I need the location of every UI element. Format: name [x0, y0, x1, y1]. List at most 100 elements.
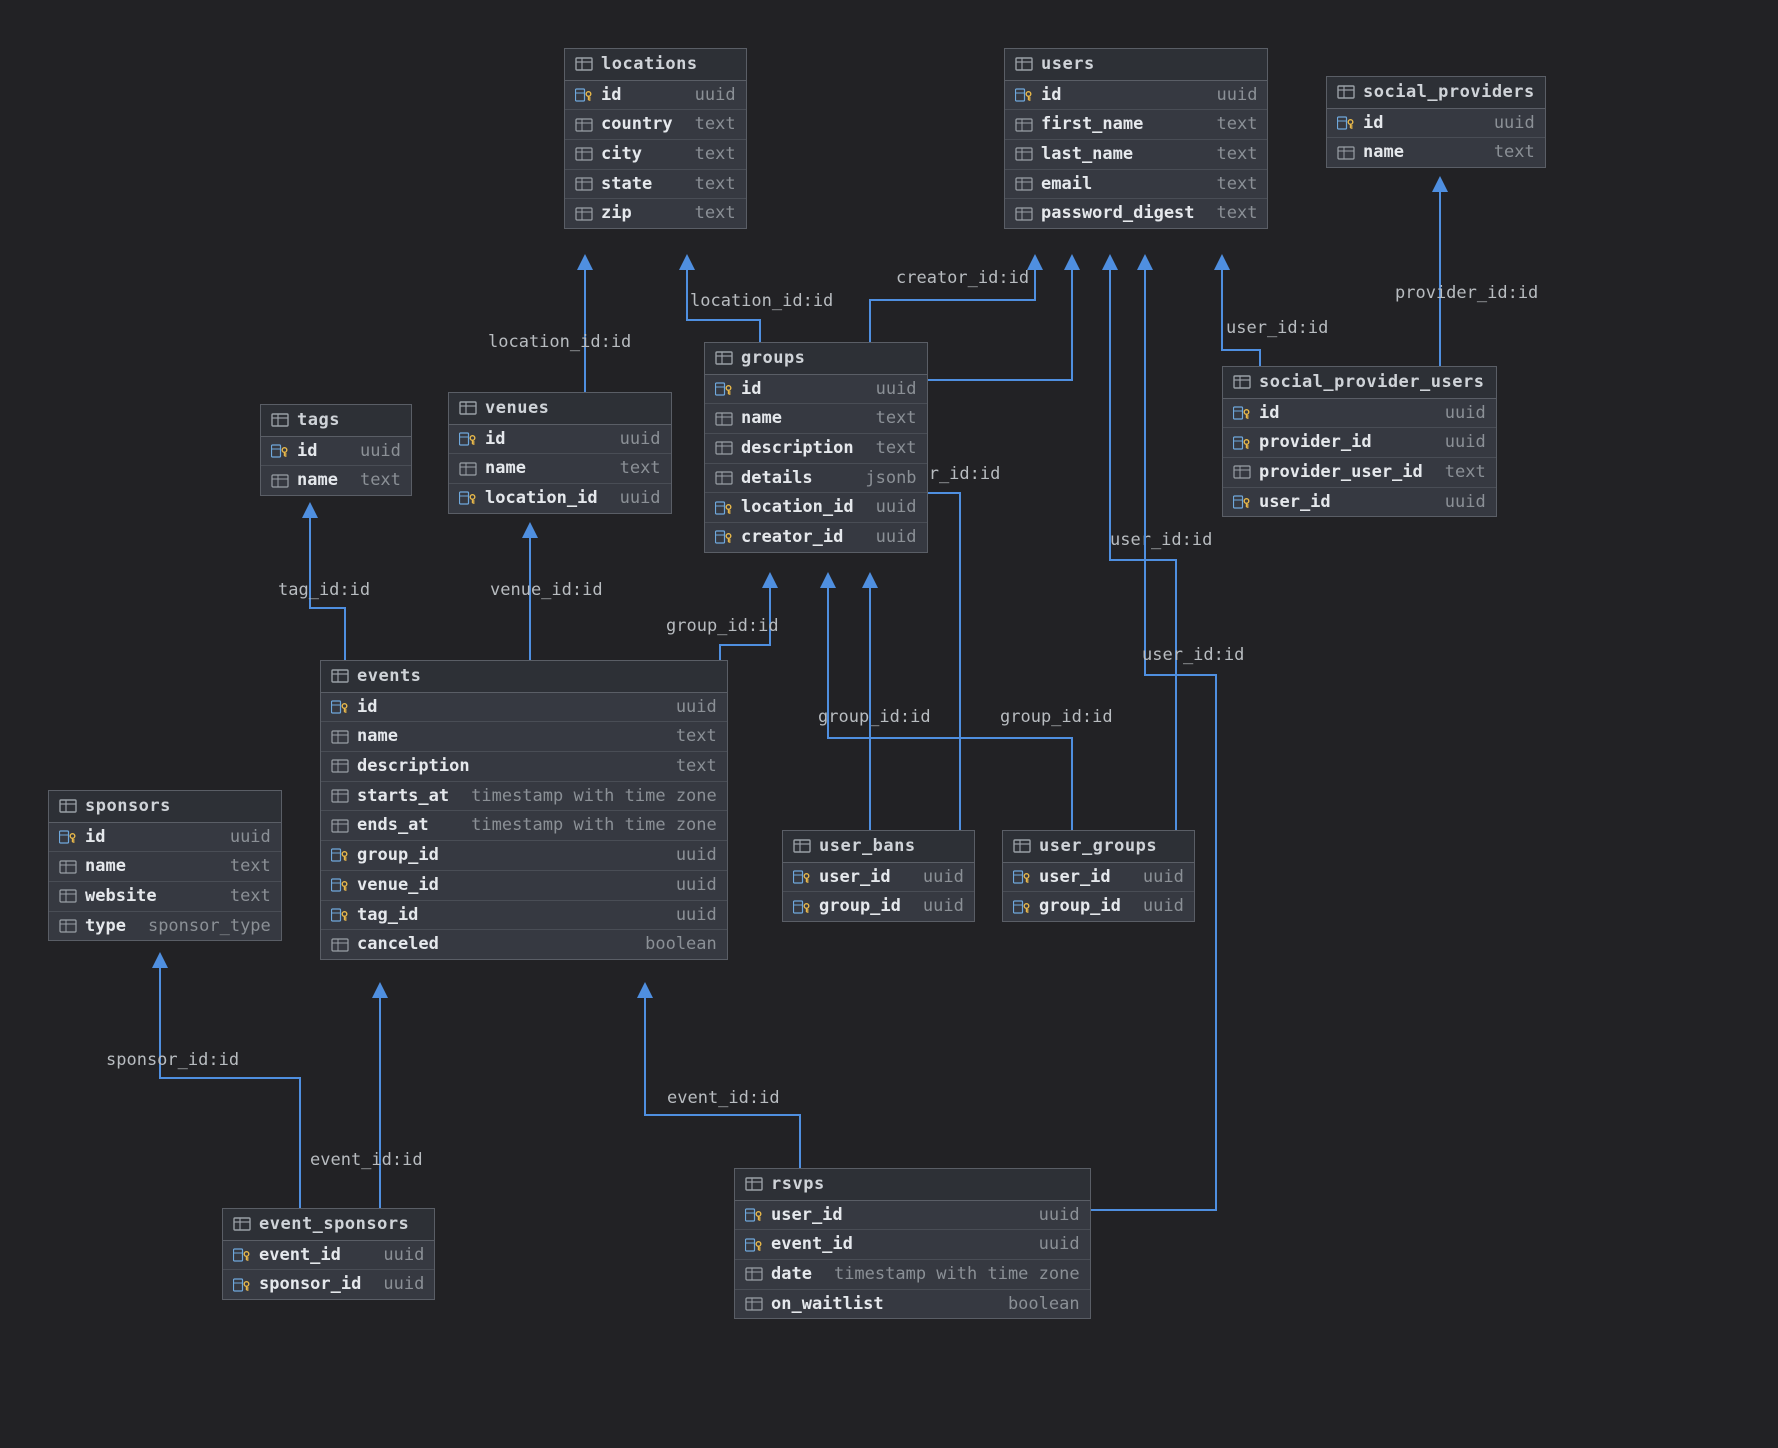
column-row[interactable]: location_iduuid [449, 484, 671, 513]
column-type: text [1203, 204, 1258, 223]
table-venues[interactable]: venuesiduuidnametextlocation_iduuid [448, 392, 672, 514]
col-icon [1233, 465, 1251, 479]
column-row[interactable]: user_iduuid [783, 863, 974, 893]
column-row[interactable]: event_iduuid [735, 1230, 1090, 1260]
column-row[interactable]: citytext [565, 140, 746, 170]
column-row[interactable]: group_iduuid [321, 841, 727, 871]
table-name: user_groups [1039, 837, 1157, 856]
table-header[interactable]: social_provider_users [1223, 367, 1496, 399]
table-name: rsvps [771, 1175, 825, 1194]
col-icon [715, 412, 733, 426]
column-row[interactable]: sponsor_iduuid [223, 1270, 434, 1299]
column-row[interactable]: iduuid [705, 375, 927, 405]
table-users[interactable]: usersiduuidfirst_nametextlast_nametextem… [1004, 48, 1268, 229]
table-header[interactable]: events [321, 661, 727, 693]
column-row[interactable]: provider_user_idtext [1223, 458, 1496, 488]
column-row[interactable]: provider_iduuid [1223, 428, 1496, 458]
table-event_sponsors[interactable]: event_sponsorsevent_iduuidsponsor_iduuid [222, 1208, 435, 1300]
column-row[interactable]: iduuid [261, 437, 411, 467]
column-row[interactable]: starts_attimestamp with time zone [321, 782, 727, 812]
column-row[interactable]: iduuid [321, 693, 727, 723]
column-row[interactable]: ends_attimestamp with time zone [321, 811, 727, 841]
column-type: text [681, 115, 736, 134]
table-name: social_providers [1363, 83, 1535, 102]
relationship-label: location_id:id [690, 291, 833, 311]
table-header[interactable]: social_providers [1327, 77, 1545, 109]
table-events[interactable]: eventsiduuidnametextdescriptiontextstart… [320, 660, 728, 960]
table-header[interactable]: locations [565, 49, 746, 81]
table-header[interactable]: sponsors [49, 791, 281, 823]
column-row[interactable]: venue_iduuid [321, 871, 727, 901]
column-row[interactable]: user_iduuid [1003, 863, 1194, 893]
column-row[interactable]: emailtext [1005, 170, 1267, 200]
column-row[interactable]: websitetext [49, 882, 281, 912]
table-header[interactable]: venues [449, 393, 671, 425]
table-icon [793, 839, 811, 853]
column-type: uuid [662, 906, 717, 925]
column-row[interactable]: on_waitlistboolean [735, 1290, 1090, 1319]
column-row[interactable]: nametext [705, 404, 927, 434]
table-header[interactable]: user_groups [1003, 831, 1194, 863]
column-row[interactable]: detailsjsonb [705, 464, 927, 494]
column-row[interactable]: nametext [261, 466, 411, 495]
col-icon [331, 789, 349, 803]
relationship-edge [1222, 262, 1260, 366]
column-row[interactable]: password_digesttext [1005, 199, 1267, 228]
relationship-edge [160, 960, 300, 1208]
column-row[interactable]: countrytext [565, 110, 746, 140]
table-tags[interactable]: tagsiduuidnametext [260, 404, 412, 496]
column-row[interactable]: statetext [565, 170, 746, 200]
column-row[interactable]: nametext [49, 852, 281, 882]
column-row[interactable]: iduuid [565, 81, 746, 111]
table-icon [575, 57, 593, 71]
column-row[interactable]: nametext [449, 454, 671, 484]
column-type: jsonb [851, 469, 916, 488]
column-row[interactable]: iduuid [1327, 109, 1545, 139]
column-row[interactable]: user_iduuid [735, 1201, 1090, 1231]
column-row[interactable]: iduuid [449, 425, 671, 455]
column-row[interactable]: iduuid [1223, 399, 1496, 429]
col-icon [1337, 146, 1355, 160]
pk-icon [715, 382, 733, 396]
table-header[interactable]: users [1005, 49, 1267, 81]
table-user_groups[interactable]: user_groups user_iduuidgroup_iduuid [1002, 830, 1195, 922]
fk-icon [793, 900, 811, 914]
table-groups[interactable]: groupsiduuidnametextdescriptiontextdetai… [704, 342, 928, 553]
column-row[interactable]: canceledboolean [321, 930, 727, 959]
column-row[interactable]: iduuid [1005, 81, 1267, 111]
column-row[interactable]: nametext [1327, 138, 1545, 167]
table-social_provider_users[interactable]: social_provider_usersiduuidprovider_iduu… [1222, 366, 1497, 517]
table-sponsors[interactable]: sponsorsiduuidnametextwebsitetexttypespo… [48, 790, 282, 941]
column-row[interactable]: typesponsor_type [49, 912, 281, 941]
table-header[interactable]: user_bans [783, 831, 974, 863]
column-name: event_id [259, 1246, 341, 1265]
column-row[interactable]: group_iduuid [783, 892, 974, 921]
column-type: timestamp with time zone [457, 816, 717, 835]
column-row[interactable]: event_iduuid [223, 1241, 434, 1271]
column-row[interactable]: datetimestamp with time zone [735, 1260, 1090, 1290]
column-row[interactable]: nametext [321, 722, 727, 752]
column-row[interactable]: creator_iduuid [705, 523, 927, 552]
column-row[interactable]: tag_iduuid [321, 901, 727, 931]
table-header[interactable]: groups [705, 343, 927, 375]
table-header[interactable]: rsvps [735, 1169, 1090, 1201]
column-row[interactable]: last_nametext [1005, 140, 1267, 170]
table-locations[interactable]: locationsiduuidcountrytextcitytextstatet… [564, 48, 747, 229]
column-row[interactable]: iduuid [49, 823, 281, 853]
column-row[interactable]: descriptiontext [705, 434, 927, 464]
table-user_bans[interactable]: user_bansuser_iduuidgroup_iduuid [782, 830, 975, 922]
column-row[interactable]: user_iduuid [1223, 488, 1496, 517]
column-row[interactable]: ziptext [565, 199, 746, 228]
col-icon [575, 147, 593, 161]
column-row[interactable]: first_nametext [1005, 110, 1267, 140]
table-header[interactable]: tags [261, 405, 411, 437]
col-icon [59, 860, 77, 874]
column-row[interactable]: location_iduuid [705, 493, 927, 523]
table-header[interactable]: event_sponsors [223, 1209, 434, 1241]
table-social_providers[interactable]: social_providersiduuidnametext [1326, 76, 1546, 168]
column-row[interactable]: descriptiontext [321, 752, 727, 782]
column-row[interactable]: group_iduuid [1003, 892, 1194, 921]
column-name: location_id [741, 498, 854, 517]
column-type: text [1203, 115, 1258, 134]
table-rsvps[interactable]: rsvps user_iduuidevent_iduuiddatetimestam… [734, 1168, 1091, 1319]
